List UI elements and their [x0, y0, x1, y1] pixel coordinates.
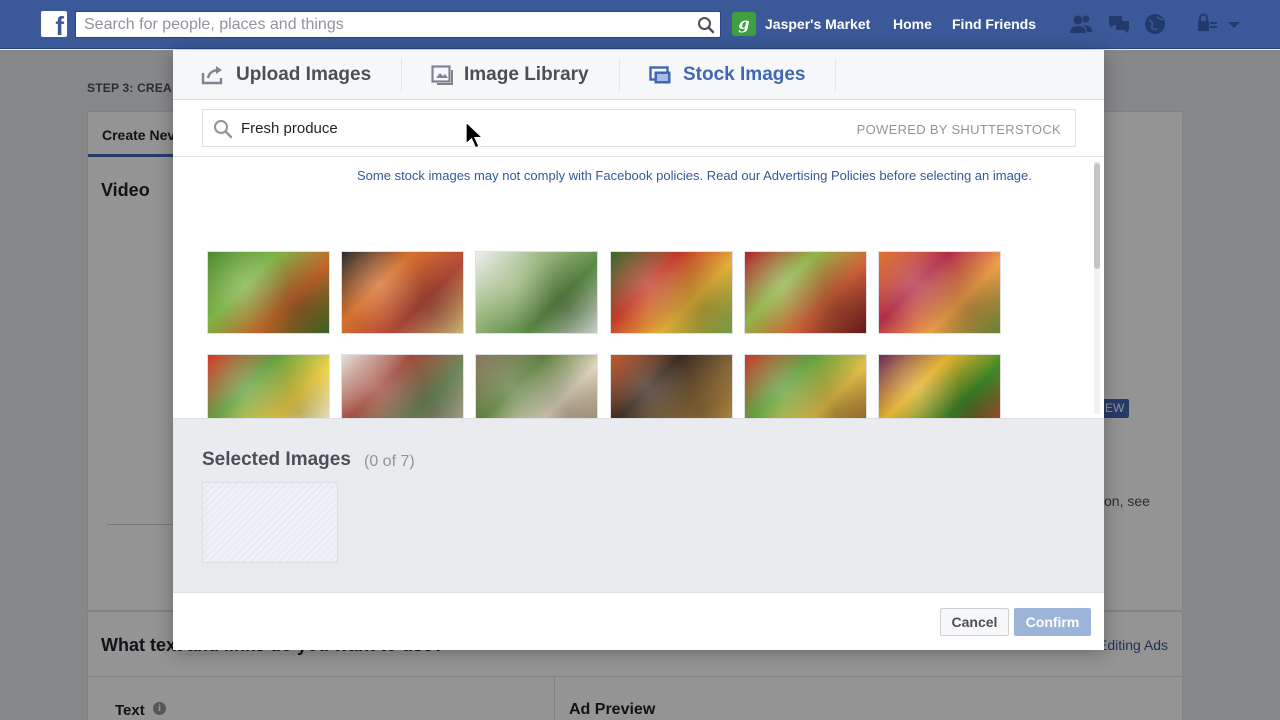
tab-image-library-label: Image Library — [464, 64, 589, 85]
friend-requests-icon[interactable] — [1069, 13, 1093, 35]
tab-upload-images[interactable]: Upload Images — [201, 50, 371, 100]
stock-image-thumbnail[interactable] — [207, 251, 330, 334]
image-library-icon — [431, 65, 453, 85]
stock-image-thumbnail[interactable] — [610, 251, 733, 334]
stock-image-thumbnail[interactable] — [610, 354, 733, 418]
top-navigation-bar: f g Jasper's Market Home Find Friends — [0, 0, 1280, 49]
page-name-link[interactable]: Jasper's Market — [765, 16, 870, 32]
stock-image-thumbnail[interactable] — [207, 354, 330, 418]
privacy-icon[interactable] — [1195, 13, 1219, 35]
stock-search-input[interactable] — [241, 110, 821, 146]
selected-images-title: Selected Images — [202, 449, 351, 470]
scrollbar-thumb[interactable] — [1094, 163, 1100, 269]
image-source-tabs: Upload Images Image Library Stock Images — [173, 50, 1104, 100]
home-link[interactable]: Home — [893, 16, 932, 32]
stock-image-thumbnail[interactable] — [475, 251, 598, 334]
tab-divider — [835, 58, 836, 92]
search-icon[interactable] — [697, 16, 715, 34]
upload-icon — [201, 66, 223, 85]
notifications-icon[interactable] — [1143, 13, 1167, 35]
stock-image-thumbnail[interactable] — [878, 354, 1001, 418]
stock-images-icon — [649, 65, 671, 83]
mouse-cursor-icon — [465, 121, 483, 149]
cancel-button[interactable]: Cancel — [940, 608, 1009, 636]
selected-images-count: (0 of 7) — [364, 453, 415, 470]
search-icon — [214, 120, 233, 139]
stock-image-thumbnail[interactable] — [744, 251, 867, 334]
stock-image-thumbnail[interactable] — [878, 251, 1001, 334]
find-friends-link[interactable]: Find Friends — [952, 16, 1036, 32]
tab-divider — [619, 58, 620, 92]
stock-images-dialog: Upload Images Image Library Stock Images — [173, 50, 1104, 650]
stock-image-thumbnail[interactable] — [744, 354, 867, 418]
tab-stock-images-label: Stock Images — [683, 64, 806, 85]
confirm-button[interactable]: Confirm — [1014, 608, 1091, 636]
tab-image-library[interactable]: Image Library — [431, 50, 589, 100]
policy-notice: Some stock images may not comply with Fa… — [357, 168, 1032, 183]
tab-divider — [401, 58, 402, 92]
messages-icon[interactable] — [1107, 13, 1131, 35]
global-search-input[interactable] — [76, 12, 696, 37]
stock-image-thumbnail[interactable] — [341, 251, 464, 334]
tab-stock-images[interactable]: Stock Images — [649, 50, 806, 100]
stock-image-thumbnail[interactable] — [475, 354, 598, 418]
stock-image-thumbnail[interactable] — [341, 354, 464, 418]
stock-search-box: POWERED BY SHUTTERSTOCK — [202, 109, 1076, 147]
facebook-logo-icon[interactable]: f — [41, 11, 67, 37]
stock-results-panel: Some stock images may not comply with Fa… — [173, 157, 1104, 418]
powered-by-label: POWERED BY SHUTTERSTOCK — [856, 122, 1061, 137]
selected-images-panel: Selected Images (0 of 7) — [173, 418, 1104, 592]
dialog-footer: Cancel Confirm — [173, 592, 1104, 650]
global-search — [75, 11, 721, 38]
empty-image-slot — [202, 482, 338, 563]
tab-upload-images-label: Upload Images — [236, 64, 372, 85]
page-avatar-icon[interactable]: g — [732, 12, 756, 36]
account-menu-icon[interactable] — [1226, 13, 1242, 35]
